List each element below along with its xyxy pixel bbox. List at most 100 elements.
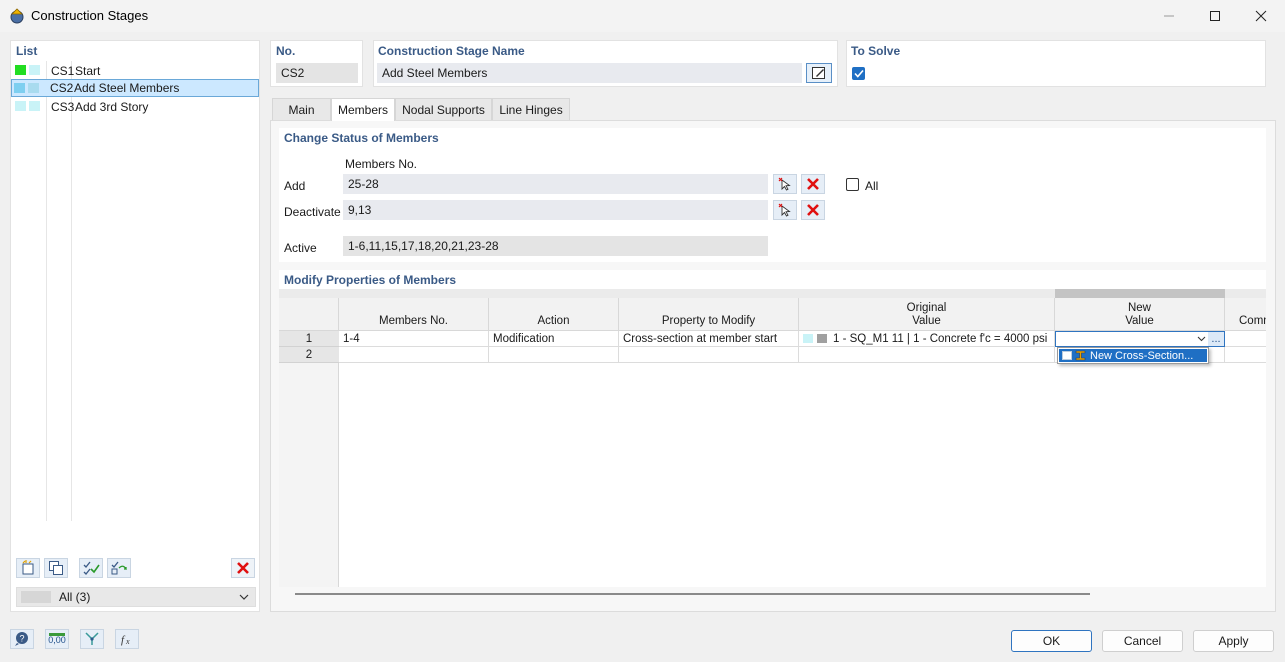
header-new-line2: Value <box>1125 315 1154 327</box>
new-value-select[interactable]: ... <box>1055 331 1225 347</box>
all-checkbox[interactable] <box>846 178 859 191</box>
cell-action[interactable] <box>489 347 619 363</box>
active-members-field: 1-6,11,15,17,18,20,21,23-28 <box>343 236 768 256</box>
list-divider <box>46 61 47 521</box>
svg-text:x: x <box>125 637 130 646</box>
copy-stage-button[interactable] <box>44 558 68 578</box>
cell-original-value[interactable] <box>799 347 1055 363</box>
formula-icon: f x <box>121 634 130 646</box>
list-panel: List CS1 Start CS2 Add Steel Members CS3… <box>10 40 260 612</box>
dropdown-option-new-cross-section[interactable]: New Cross-Section... <box>1059 349 1207 362</box>
delete-stage-button[interactable] <box>231 558 255 578</box>
tab-members[interactable]: Members <box>331 98 395 121</box>
add-members-input[interactable]: 25-28 <box>343 174 768 194</box>
uncheck-all-button[interactable] <box>107 558 131 578</box>
modify-properties-title: Modify Properties of Members <box>284 273 457 287</box>
cancel-button[interactable]: Cancel <box>1102 630 1183 652</box>
minimize-button[interactable] <box>1146 0 1192 32</box>
name-label: Construction Stage Name <box>378 44 525 58</box>
help-icon: ? <box>15 632 28 646</box>
row-number: 1 <box>279 331 339 347</box>
header-members-no: Members No. <box>339 298 489 331</box>
tab-nodal-supports[interactable]: Nodal Supports <box>395 98 492 120</box>
checkmark-icon <box>853 69 864 78</box>
cell-comment[interactable] <box>1225 331 1266 347</box>
header-comment: Comm <box>1225 298 1266 331</box>
header-action: Action <box>489 298 619 331</box>
new-item-icon <box>22 560 34 575</box>
formula-button[interactable]: f x <box>115 629 139 649</box>
deactivate-label: Deactivate <box>284 205 341 219</box>
option-swatch <box>1062 351 1072 360</box>
cell-members-no[interactable]: 1-4 <box>339 331 489 347</box>
header-original-line2: Value <box>912 315 941 327</box>
window-title: Construction Stages <box>31 8 149 23</box>
name-panel: Construction Stage Name Add Steel Member… <box>373 40 838 87</box>
filter-color-swatch <box>21 591 51 603</box>
list-item-id: CS3 <box>51 99 75 114</box>
decimals-icon-label: 0,00 <box>48 635 66 645</box>
list-label: List <box>16 44 38 58</box>
add-label: Add <box>284 179 306 193</box>
change-status-panel: Change Status of Members Members No. Add… <box>279 128 1266 262</box>
all-label: All <box>865 179 879 193</box>
ok-button[interactable]: OK <box>1011 630 1092 652</box>
list-item-name: Add 3rd Story <box>75 99 149 114</box>
header-new-value: New Value <box>1055 298 1225 331</box>
cell-property[interactable]: Cross-section at member start <box>619 331 799 347</box>
list-filter-select[interactable]: All (3) <box>16 587 256 607</box>
table-header-strip-active <box>1055 289 1225 298</box>
edit-name-button[interactable] <box>806 63 832 83</box>
clear-add-members-button[interactable] <box>801 174 825 194</box>
dropdown-option-label: New Cross-Section... <box>1090 349 1194 362</box>
chevron-down-icon <box>1197 336 1206 342</box>
new-stage-button[interactable] <box>16 558 40 578</box>
cross-section-icon <box>1075 350 1086 361</box>
color-swatch <box>803 334 813 343</box>
color-swatch <box>15 65 26 75</box>
clear-deactivate-members-button[interactable] <box>801 200 825 220</box>
to-solve-label: To Solve <box>851 44 901 58</box>
svg-text:?: ? <box>19 634 24 644</box>
cell-original-value[interactable]: 1 - SQ_M1 11 | 1 - Concrete f'c = 4000 p… <box>799 331 1055 347</box>
deactivate-members-input[interactable]: 9,13 <box>343 200 768 220</box>
check-all-button[interactable] <box>79 558 103 578</box>
filter-button[interactable] <box>80 629 104 649</box>
cell-property[interactable] <box>619 347 799 363</box>
edit-icon <box>812 67 825 79</box>
color-swatch <box>15 101 26 111</box>
tab-line-hinges[interactable]: Line Hinges <box>492 98 570 120</box>
chevron-down-icon <box>239 594 249 600</box>
cell-action[interactable]: Modification <box>489 331 619 347</box>
row-number: 2 <box>279 347 339 363</box>
header-new-line1: New <box>1127 302 1151 314</box>
delete-icon <box>237 562 249 574</box>
apply-button[interactable]: Apply <box>1193 630 1274 652</box>
close-button[interactable] <box>1238 0 1284 32</box>
pick-deactivate-members-button[interactable] <box>773 200 797 220</box>
help-button[interactable]: ? <box>10 629 34 649</box>
pick-add-members-button[interactable] <box>773 174 797 194</box>
table-corner <box>279 298 339 331</box>
list-item-name: Start <box>75 63 101 78</box>
units-button[interactable]: 0,00 <box>45 629 69 649</box>
to-solve-checkbox[interactable] <box>852 67 865 80</box>
cell-comment[interactable] <box>1225 347 1266 363</box>
list-item[interactable]: CS3 Add 3rd Story <box>12 98 259 115</box>
list-item-id: CS1 <box>51 63 75 78</box>
list-item[interactable]: CS1 Start <box>12 62 259 79</box>
maximize-button[interactable] <box>1192 0 1238 32</box>
to-solve-panel: To Solve <box>846 40 1266 87</box>
list-item[interactable]: CS2 Add Steel Members <box>11 79 259 97</box>
cell-members-no[interactable] <box>339 347 489 363</box>
members-no-label: Members No. <box>345 157 418 171</box>
stage-name-input[interactable]: Add Steel Members <box>377 63 802 83</box>
model-icon <box>85 632 99 645</box>
title-bar <box>0 0 1285 32</box>
ellipsis-button[interactable]: ... <box>1208 332 1224 346</box>
list-item-id: CS2 <box>50 81 74 95</box>
cursor-pick-icon <box>778 177 791 191</box>
horizontal-scrollbar-thumb[interactable] <box>295 593 1090 595</box>
decimals-icon: 0,00 <box>48 633 66 645</box>
tab-main[interactable]: Main <box>272 98 331 120</box>
